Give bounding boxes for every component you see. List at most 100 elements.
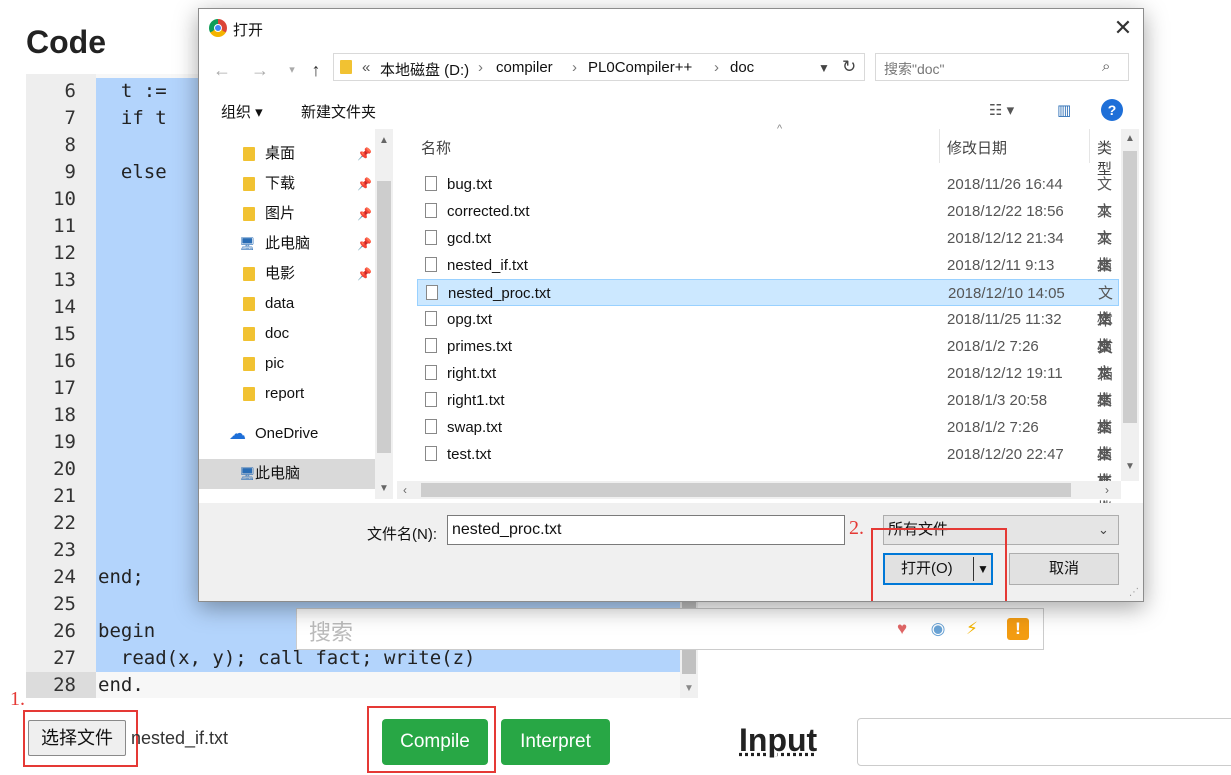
breadcrumb-separator-icon: › <box>478 59 483 76</box>
tree-item[interactable]: doc <box>199 319 375 349</box>
pin-icon[interactable]: 📌 <box>357 169 372 199</box>
tree-item[interactable]: ☁ OneDrive <box>199 419 375 449</box>
text-file-icon <box>425 230 437 245</box>
file-name: corrected.txt <box>447 203 530 220</box>
alert-icon[interactable]: ! <box>1007 618 1029 640</box>
refresh-icon[interactable]: ↻ <box>842 57 856 77</box>
column-name[interactable]: 名称 <box>421 137 451 158</box>
navigation-tree[interactable]: 桌面 📌 下载 📌 图片 📌 🖥 此电脑 📌 电影 📌 data doc pic report ☁ OneDri… <box>199 129 395 499</box>
line-number: 21 <box>53 485 76 507</box>
tree-item[interactable]: 下载 📌 <box>199 169 375 199</box>
tree-item[interactable]: pic <box>199 349 375 379</box>
tree-scroll-up-icon[interactable]: ▲ <box>379 135 389 146</box>
compile-button[interactable]: Compile <box>382 719 488 765</box>
code-line[interactable]: 28 end. <box>26 672 698 698</box>
organize-menu[interactable]: 组织 ▾ <box>221 101 263 122</box>
file-row[interactable]: test.txt2018/12/20 22:47文本文档1 K <box>417 441 1119 544</box>
line-code: begin <box>98 620 156 642</box>
list-scroll-left-icon[interactable]: ‹ <box>403 483 407 497</box>
new-folder-button[interactable]: 新建文件夹 <box>301 101 376 122</box>
file-date: 2018/12/22 18:56 <box>947 203 1064 220</box>
computer-icon: 🖥 <box>239 466 256 481</box>
tree-item-label: 图片 <box>265 205 296 222</box>
address-bar[interactable]: « 本地磁盘 (D:) › compiler › PL0Compiler++ ›… <box>333 53 865 81</box>
heart-folder-icon[interactable]: ♥ <box>891 618 913 640</box>
tree-item[interactable]: 电影 📌 <box>199 259 375 289</box>
cancel-button[interactable]: 取消 <box>1009 553 1119 585</box>
choose-file-button[interactable]: 选择文件 <box>28 720 126 756</box>
line-number: 25 <box>53 593 76 615</box>
file-row[interactable]: nested_if.txt2018/12/11 9:13文本文档1 K <box>417 252 1119 355</box>
folder-icon <box>243 147 255 161</box>
close-icon[interactable]: ✕ <box>1109 15 1137 41</box>
list-scroll-down-icon[interactable]: ▼ <box>1125 461 1135 472</box>
tree-item[interactable]: 🖥 此电脑 📌 <box>199 229 375 259</box>
floating-search-bar[interactable]: 搜索 ♥ ◉ ⚡ ! <box>296 608 1044 650</box>
tree-scroll-down-icon[interactable]: ▼ <box>379 483 389 494</box>
breadcrumb-pl0compiler[interactable]: PL0Compiler++ <box>588 59 692 76</box>
line-number: 27 <box>53 647 76 669</box>
resize-grip-icon[interactable]: ⋰ <box>1129 587 1139 598</box>
selected-file-name: nested_if.txt <box>131 728 229 748</box>
file-row[interactable]: primes.txt2018/1/2 7:26文本文档1 K <box>417 333 1119 436</box>
interpret-button[interactable]: Interpret <box>501 719 610 765</box>
help-icon[interactable]: ? <box>1101 99 1123 121</box>
file-row[interactable]: swap.txt2018/1/2 7:26文本文档1 K <box>417 414 1119 517</box>
pin-icon[interactable]: 📌 <box>357 139 372 169</box>
text-file-icon <box>425 257 437 272</box>
file-row[interactable]: right.txt2018/12/12 19:11文本文档1 K <box>417 360 1119 463</box>
file-name: nested_if.txt <box>447 257 528 274</box>
line-number: 23 <box>53 539 76 561</box>
pin-icon[interactable]: 📌 <box>357 199 372 229</box>
lightning-icon[interactable]: ⚡ <box>961 618 983 640</box>
file-row[interactable]: opg.txt2018/11/25 11:32文本文档1 K <box>417 306 1119 409</box>
search-icon[interactable]: ⌕ <box>1102 58 1110 75</box>
view-options-icon[interactable]: ☷ ▾ <box>989 101 1014 119</box>
input-field[interactable] <box>857 718 1231 766</box>
tree-item-label: 下载 <box>265 175 296 192</box>
preview-pane-icon[interactable]: ▥ <box>1057 101 1071 119</box>
file-row[interactable]: corrected.txt2018/12/22 18:56文本文档1 K <box>417 198 1119 301</box>
address-dropdown-icon[interactable]: ▼ <box>818 61 830 75</box>
file-row[interactable]: bug.txt2018/11/26 16:44文本文档1 K <box>417 171 1119 274</box>
breadcrumb-drive[interactable]: 本地磁盘 (D:) <box>380 59 469 80</box>
pin-icon[interactable]: 📌 <box>357 229 372 259</box>
address-overflow[interactable]: « <box>362 59 370 76</box>
filename-input[interactable]: nested_proc.txt <box>447 515 845 545</box>
line-number: 7 <box>64 107 76 129</box>
pin-icon[interactable]: 📌 <box>357 259 372 289</box>
recent-chevron-down-icon[interactable]: ▾ <box>281 59 303 81</box>
file-row[interactable]: nested_proc.txt2018/12/10 14:05文本文档1 K <box>417 279 1119 383</box>
file-list-scrollbar-thumb[interactable] <box>1123 151 1137 423</box>
file-list-header: ^ 名称 修改日期 类型 大小 <box>409 123 1119 178</box>
editor-scroll-down-icon[interactable]: ▼ <box>680 680 698 698</box>
tree-item[interactable]: data <box>199 289 375 319</box>
back-arrow-icon[interactable]: ← <box>211 59 233 81</box>
line-code: end; <box>98 566 144 588</box>
disc-icon[interactable]: ◉ <box>927 618 949 640</box>
forward-arrow-icon[interactable]: → <box>249 59 271 81</box>
tree-item[interactable]: 桌面 📌 <box>199 139 375 169</box>
file-list-hscrollbar-thumb[interactable] <box>421 483 1071 497</box>
file-row[interactable]: right1.txt2018/1/3 20:58文本文档1 K <box>417 387 1119 490</box>
open-file-dialog[interactable]: 打开 ✕ ← → ▾ ↑ « 本地磁盘 (D:) › compiler › PL… <box>198 8 1144 602</box>
breadcrumb-doc[interactable]: doc <box>730 59 754 76</box>
tree-scrollbar-thumb[interactable] <box>377 181 391 453</box>
tree-item[interactable]: report <box>199 379 375 409</box>
file-date: 2018/12/12 19:11 <box>947 365 1063 382</box>
tree-item[interactable]: 🖥 此电脑 <box>199 459 375 489</box>
column-date[interactable]: 修改日期 <box>947 137 1007 158</box>
dialog-search-input[interactable]: 搜索"doc" ⌕ <box>875 53 1129 81</box>
folder-icon <box>243 357 255 371</box>
tree-item-label: pic <box>265 355 285 372</box>
list-scroll-right-icon[interactable]: › <box>1105 483 1109 497</box>
folder-icon <box>243 387 255 401</box>
file-date: 2018/12/20 22:47 <box>947 446 1064 463</box>
tree-item[interactable]: 图片 📌 <box>199 199 375 229</box>
file-row[interactable]: gcd.txt2018/12/12 21:34文本文档1 K <box>417 225 1119 328</box>
list-scroll-up-icon[interactable]: ▲ <box>1125 133 1135 144</box>
line-number: 15 <box>53 323 76 345</box>
breadcrumb-compiler[interactable]: compiler <box>496 59 553 76</box>
breadcrumb-separator-icon: › <box>714 59 719 76</box>
up-arrow-icon[interactable]: ↑ <box>305 59 327 81</box>
